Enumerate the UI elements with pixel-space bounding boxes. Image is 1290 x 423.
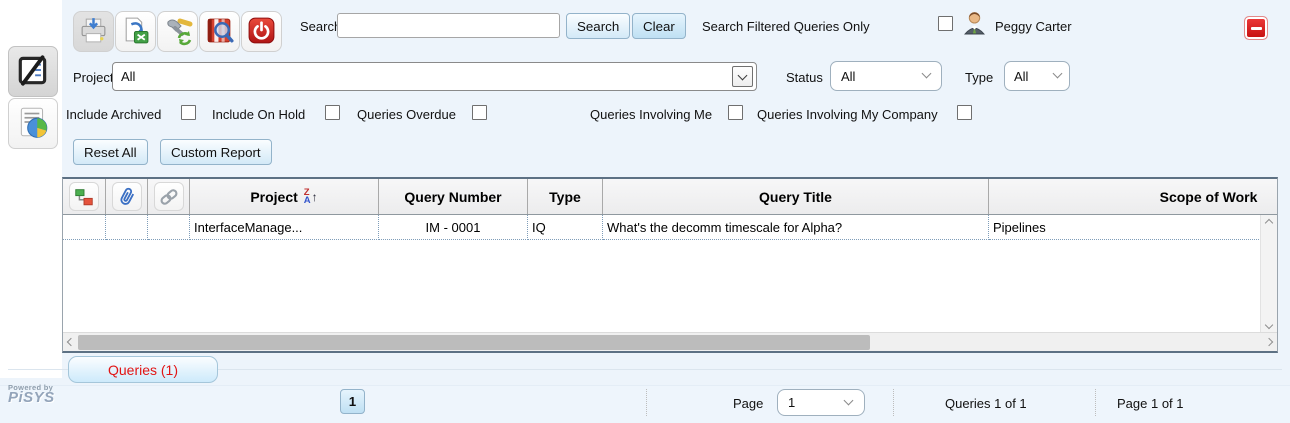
column-header-query-title[interactable]: Query Title bbox=[603, 179, 989, 214]
reset-all-button[interactable]: Reset All bbox=[73, 139, 148, 165]
queries-table: Project Z A ↑ Query Number Type Query Ti… bbox=[62, 177, 1278, 353]
notepad-pen-icon bbox=[15, 52, 51, 91]
column-header-scope-of-work[interactable]: Scope of Work bbox=[989, 179, 1277, 214]
search-label: Search bbox=[300, 19, 342, 34]
vertical-scrollbar[interactable] bbox=[1260, 215, 1277, 334]
tools-refresh-button[interactable] bbox=[157, 11, 198, 52]
page-select[interactable]: 1 bbox=[777, 389, 865, 416]
print-button[interactable] bbox=[73, 11, 114, 52]
chevron-down-icon[interactable] bbox=[732, 66, 753, 87]
export-excel-icon bbox=[120, 15, 151, 49]
row-query-title-cell: What's the decomm timescale for Alpha? bbox=[603, 215, 989, 240]
filtered-only-label: Search Filtered Queries Only bbox=[702, 19, 870, 34]
paperclip-icon bbox=[111, 182, 142, 211]
status-label: Status bbox=[786, 70, 823, 85]
export-excel-button[interactable] bbox=[115, 11, 156, 52]
queries-overdue-label: Queries Overdue bbox=[357, 107, 456, 122]
scroll-left-icon[interactable] bbox=[66, 337, 76, 347]
include-archived-label: Include Archived bbox=[66, 107, 162, 122]
page-count-text: Page 1 of 1 bbox=[1117, 396, 1184, 411]
power-icon bbox=[246, 15, 277, 49]
filtered-only-checkbox[interactable] bbox=[938, 16, 953, 31]
status-bar bbox=[0, 385, 1290, 423]
collapse-minus-icon bbox=[1250, 26, 1262, 30]
statusbar-separator bbox=[893, 389, 894, 416]
powered-by-logo: Powered by PiSYS bbox=[8, 383, 55, 406]
find-saved-search-button[interactable] bbox=[199, 11, 240, 52]
sidebar-item-reports[interactable] bbox=[8, 98, 58, 149]
link-icon bbox=[153, 182, 184, 211]
report-pie-icon bbox=[15, 104, 51, 143]
include-archived-checkbox[interactable] bbox=[181, 105, 196, 120]
include-on-hold-checkbox[interactable] bbox=[325, 105, 340, 120]
book-magnifier-icon bbox=[204, 15, 235, 49]
scrollbar-thumb[interactable] bbox=[78, 335, 870, 350]
search-button[interactable]: Search bbox=[566, 13, 631, 39]
tools-refresh-icon bbox=[162, 14, 194, 49]
page-number-button[interactable]: 1 bbox=[340, 389, 365, 414]
statusbar-separator bbox=[1095, 389, 1096, 416]
status-select[interactable]: All bbox=[830, 61, 942, 91]
sort-ascending-icon: Z A bbox=[303, 187, 311, 206]
include-on-hold-label: Include On Hold bbox=[212, 107, 306, 122]
chevron-down-icon bbox=[843, 395, 854, 406]
table-row[interactable]: InterfaceManage... IM - 0001 IQ What's t… bbox=[63, 215, 1277, 240]
attachment-column-header[interactable] bbox=[106, 179, 148, 214]
row-query-number-cell: IM - 0001 bbox=[379, 215, 528, 240]
row-hierarchy-cell bbox=[63, 215, 106, 240]
scroll-down-icon[interactable] bbox=[1264, 320, 1274, 330]
page-select-label: Page bbox=[733, 396, 764, 411]
row-type-cell: IQ bbox=[528, 215, 603, 240]
column-header-query-number[interactable]: Query Number bbox=[379, 179, 528, 214]
type-select-value: All bbox=[1014, 68, 1029, 84]
type-select[interactable]: All bbox=[1004, 61, 1070, 91]
pisys-logo: PiSYS bbox=[8, 389, 55, 406]
row-link-cell bbox=[148, 215, 190, 240]
project-select-value: All bbox=[121, 69, 136, 84]
sidebar-item-queries[interactable] bbox=[8, 46, 58, 97]
project-select[interactable]: All bbox=[112, 62, 757, 91]
app-window: Search Search Clear Search Filtered Quer… bbox=[0, 0, 1290, 423]
collapse-panel-button[interactable] bbox=[1244, 16, 1268, 40]
scroll-up-icon[interactable] bbox=[1264, 218, 1274, 228]
queries-involving-company-checkbox[interactable] bbox=[957, 105, 972, 120]
statusbar-separator bbox=[646, 389, 647, 416]
tab-queries[interactable]: Queries (1) bbox=[68, 356, 218, 383]
table-header-row: Project Z A ↑ Query Number Type Query Ti… bbox=[63, 179, 1277, 215]
hierarchy-icon bbox=[69, 182, 99, 211]
queries-involving-me-checkbox[interactable] bbox=[728, 105, 743, 120]
chevron-down-icon bbox=[1052, 68, 1063, 79]
user-icon bbox=[961, 9, 988, 39]
row-scope-of-work-cell: Pipelines bbox=[989, 215, 1277, 240]
logout-power-button[interactable] bbox=[241, 11, 282, 52]
chevron-down-icon bbox=[921, 68, 932, 79]
custom-report-button[interactable]: Custom Report bbox=[160, 139, 272, 165]
scroll-right-icon[interactable] bbox=[1264, 337, 1274, 347]
type-label: Type bbox=[965, 70, 994, 85]
user-name: Peggy Carter bbox=[995, 19, 1072, 34]
hierarchy-column-header[interactable] bbox=[63, 179, 106, 214]
queries-involving-me-label: Queries Involving Me bbox=[590, 107, 713, 122]
search-input[interactable] bbox=[337, 13, 560, 38]
status-select-value: All bbox=[841, 68, 856, 84]
queries-count-text: Queries 1 of 1 bbox=[945, 396, 1027, 411]
link-column-header[interactable] bbox=[148, 179, 190, 214]
printer-icon bbox=[78, 15, 109, 49]
queries-involving-company-label: Queries Involving My Company bbox=[757, 107, 938, 122]
page-select-value: 1 bbox=[788, 395, 796, 410]
row-project-cell: InterfaceManage... bbox=[190, 215, 379, 240]
queries-overdue-checkbox[interactable] bbox=[472, 105, 487, 120]
row-attachment-cell bbox=[106, 215, 148, 240]
clear-button[interactable]: Clear bbox=[632, 13, 686, 39]
column-header-project[interactable]: Project Z A ↑ bbox=[190, 179, 379, 214]
project-label: Project bbox=[73, 70, 114, 85]
sort-arrow-icon: ↑ bbox=[311, 189, 318, 204]
column-header-type[interactable]: Type bbox=[528, 179, 603, 214]
horizontal-scrollbar[interactable] bbox=[63, 332, 1277, 351]
